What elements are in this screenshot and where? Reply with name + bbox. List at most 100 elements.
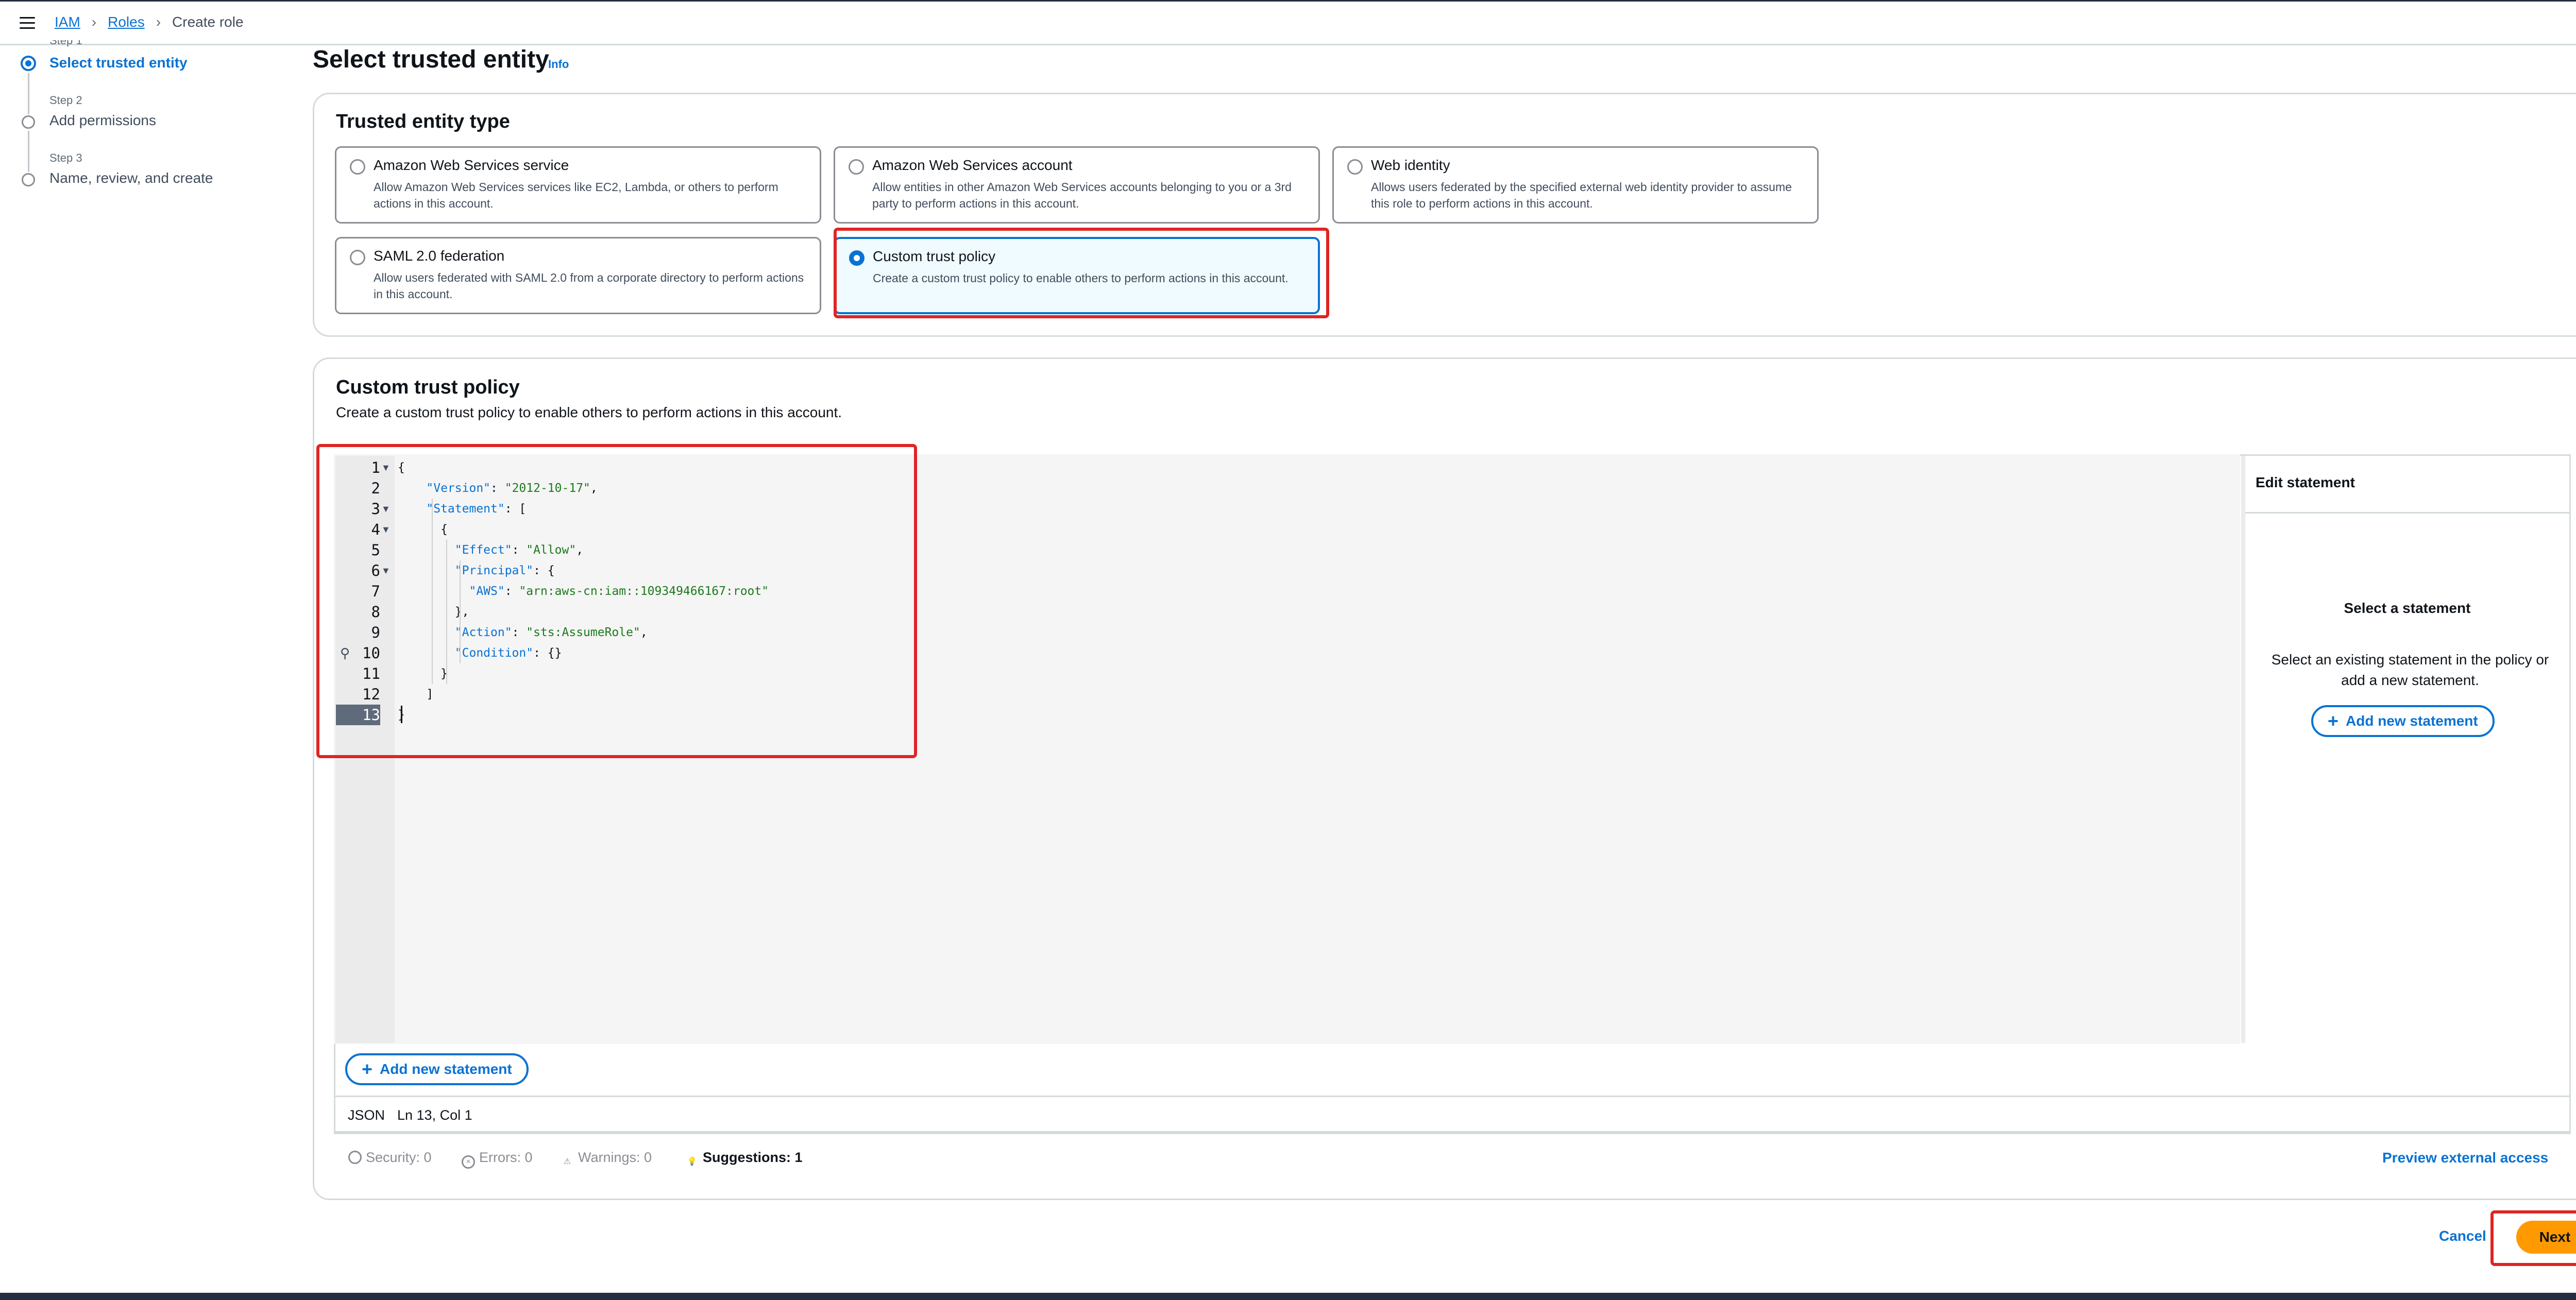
option-description: Allow Amazon Web Services services like …	[374, 180, 778, 210]
language-label: JSON	[348, 1107, 385, 1123]
line-number: 2	[371, 480, 380, 497]
lightbulb-icon[interactable]: ⚲	[340, 643, 350, 663]
panel-header: Edit statement	[2245, 456, 2569, 514]
line-number: 7	[371, 583, 380, 600]
line-number: 4	[371, 521, 380, 538]
breadcrumb: IAM › Roles › Create role	[55, 14, 244, 30]
panel-title: Edit statement	[2256, 474, 2355, 490]
option-web-identity[interactable]: Web identity Allows users federated by t…	[1332, 146, 1819, 224]
line-number: 5	[371, 541, 380, 559]
info-link[interactable]: Info	[548, 58, 569, 71]
suggestions-count: Suggestions: 1	[703, 1150, 803, 1165]
radio-button[interactable]	[1347, 159, 1363, 175]
code-line[interactable]: },	[398, 602, 469, 622]
code-line[interactable]: {	[398, 457, 405, 478]
option-title: Amazon Web Services service	[374, 157, 569, 173]
step-3-indicator	[22, 173, 35, 186]
cursor-position: Ln 13, Col 1	[397, 1107, 472, 1123]
chevron-right-icon: ›	[156, 14, 161, 30]
indent-guide	[432, 499, 433, 684]
code-line[interactable]: {	[398, 519, 448, 540]
code-line[interactable]: "Effect": "Allow",	[398, 540, 583, 560]
option-description: Create a custom trust policy to enable o…	[873, 271, 1289, 285]
fold-arrow-icon[interactable]: ▼	[381, 457, 391, 478]
lightbulb-icon: 💡	[687, 1157, 697, 1166]
preview-external-access-link[interactable]: Preview external access	[2382, 1150, 2548, 1166]
fold-arrow-icon[interactable]: ▼	[381, 560, 391, 581]
step-1-indicator	[21, 56, 36, 71]
line-number: 9	[371, 624, 380, 641]
plus-icon: +	[2328, 710, 2339, 731]
add-new-statement-button[interactable]: + Add new statement	[345, 1053, 529, 1085]
option-custom-trust-policy[interactable]: Custom trust policy Create a custom trus…	[834, 237, 1320, 314]
edit-statement-panel: Edit statement Select a statement Select…	[2241, 456, 2569, 1043]
line-number: 12	[362, 686, 380, 703]
editor-status-bar: JSON Ln 13, Col 1	[335, 1096, 2569, 1133]
code-line[interactable]: "AWS": "arn:aws-cn:iam::109349466167:roo…	[398, 581, 769, 602]
fold-arrow-icon[interactable]: ▼	[381, 519, 391, 540]
panel-add-new-statement-button[interactable]: + Add new statement	[2311, 705, 2495, 737]
step-3-number: Step 3	[49, 151, 82, 164]
code-line[interactable]: }	[398, 663, 448, 684]
step-3-label: Name, review, and create	[49, 170, 213, 186]
option-aws-account[interactable]: Amazon Web Services account Allow entiti…	[834, 146, 1320, 224]
breadcrumb-current: Create role	[172, 14, 244, 30]
line-number: 11	[362, 665, 380, 682]
chevron-right-icon: ›	[91, 14, 97, 30]
option-description: Allow users federated with SAML 2.0 from…	[374, 271, 804, 301]
option-aws-service[interactable]: Amazon Web Services service Allow Amazon…	[335, 146, 821, 224]
code-line[interactable]: "Condition": {}	[398, 643, 562, 663]
warnings-count: Warnings: 0	[578, 1150, 652, 1165]
radio-button[interactable]	[849, 159, 864, 175]
option-title: Custom trust policy	[873, 248, 996, 264]
page-title: Select trusted entity	[313, 46, 549, 73]
code-line[interactable]: "Principal": {	[398, 560, 555, 581]
line-number: 13	[336, 705, 380, 725]
option-saml-federation[interactable]: SAML 2.0 federation Allow users federate…	[335, 237, 821, 314]
option-description: Allows users federated by the specified …	[1371, 180, 1792, 210]
error-icon: ×	[462, 1155, 475, 1169]
radio-button[interactable]	[350, 250, 365, 265]
plus-icon: +	[362, 1058, 373, 1080]
button-label: Add new statement	[2346, 713, 2478, 729]
line-number: 8	[371, 603, 380, 621]
code-editor[interactable]	[334, 454, 2240, 1044]
panel-heading: Select a statement	[2344, 600, 2471, 616]
security-stat[interactable]: Security: 0	[348, 1150, 432, 1166]
code-line[interactable]: "Action": "sts:AssumeRole",	[398, 622, 648, 643]
code-line[interactable]: "Version": "2012-10-17",	[398, 478, 597, 499]
warning-icon: ⚠	[563, 1157, 571, 1166]
suggestions-stat[interactable]: 💡 Suggestions: 1	[685, 1150, 803, 1170]
cancel-button[interactable]: Cancel	[2439, 1228, 2486, 1244]
step-1-label[interactable]: Select trusted entity	[49, 55, 188, 71]
step-connector	[28, 73, 29, 114]
line-number: 6	[371, 562, 380, 579]
code-line[interactable]: ]	[398, 684, 433, 705]
option-title: Web identity	[1371, 157, 1450, 173]
fold-arrow-icon[interactable]: ▼	[381, 499, 391, 519]
text-caret	[401, 706, 402, 723]
radio-button[interactable]	[350, 159, 365, 175]
section-subtitle: Create a custom trust policy to enable o…	[336, 404, 842, 420]
radio-button-selected[interactable]	[849, 250, 865, 266]
section-heading: Custom trust policy	[336, 377, 520, 398]
step-2-indicator	[22, 115, 35, 129]
button-label: Add new statement	[380, 1061, 512, 1077]
option-title: Amazon Web Services account	[872, 157, 1073, 173]
top-navigation-bar: IAM › Roles › Create role i	[0, 0, 2576, 45]
bottom-bar	[0, 1293, 2576, 1300]
warnings-stat[interactable]: ⚠ Warnings: 0	[561, 1150, 652, 1170]
step-connector	[28, 131, 29, 172]
breadcrumb-roles-link[interactable]: Roles	[108, 14, 145, 30]
indent-guide	[460, 560, 461, 663]
errors-count: Errors: 0	[479, 1150, 533, 1165]
next-button[interactable]: Next	[2516, 1221, 2576, 1254]
shield-icon	[348, 1151, 362, 1164]
section-heading: Trusted entity type	[336, 111, 510, 132]
line-number: 1	[371, 459, 380, 476]
security-count: Security: 0	[366, 1150, 432, 1165]
breadcrumb-iam-link[interactable]: IAM	[55, 14, 80, 30]
errors-stat[interactable]: × Errors: 0	[462, 1150, 533, 1169]
menu-icon[interactable]	[20, 17, 35, 29]
code-line[interactable]: "Statement": [	[398, 499, 526, 519]
